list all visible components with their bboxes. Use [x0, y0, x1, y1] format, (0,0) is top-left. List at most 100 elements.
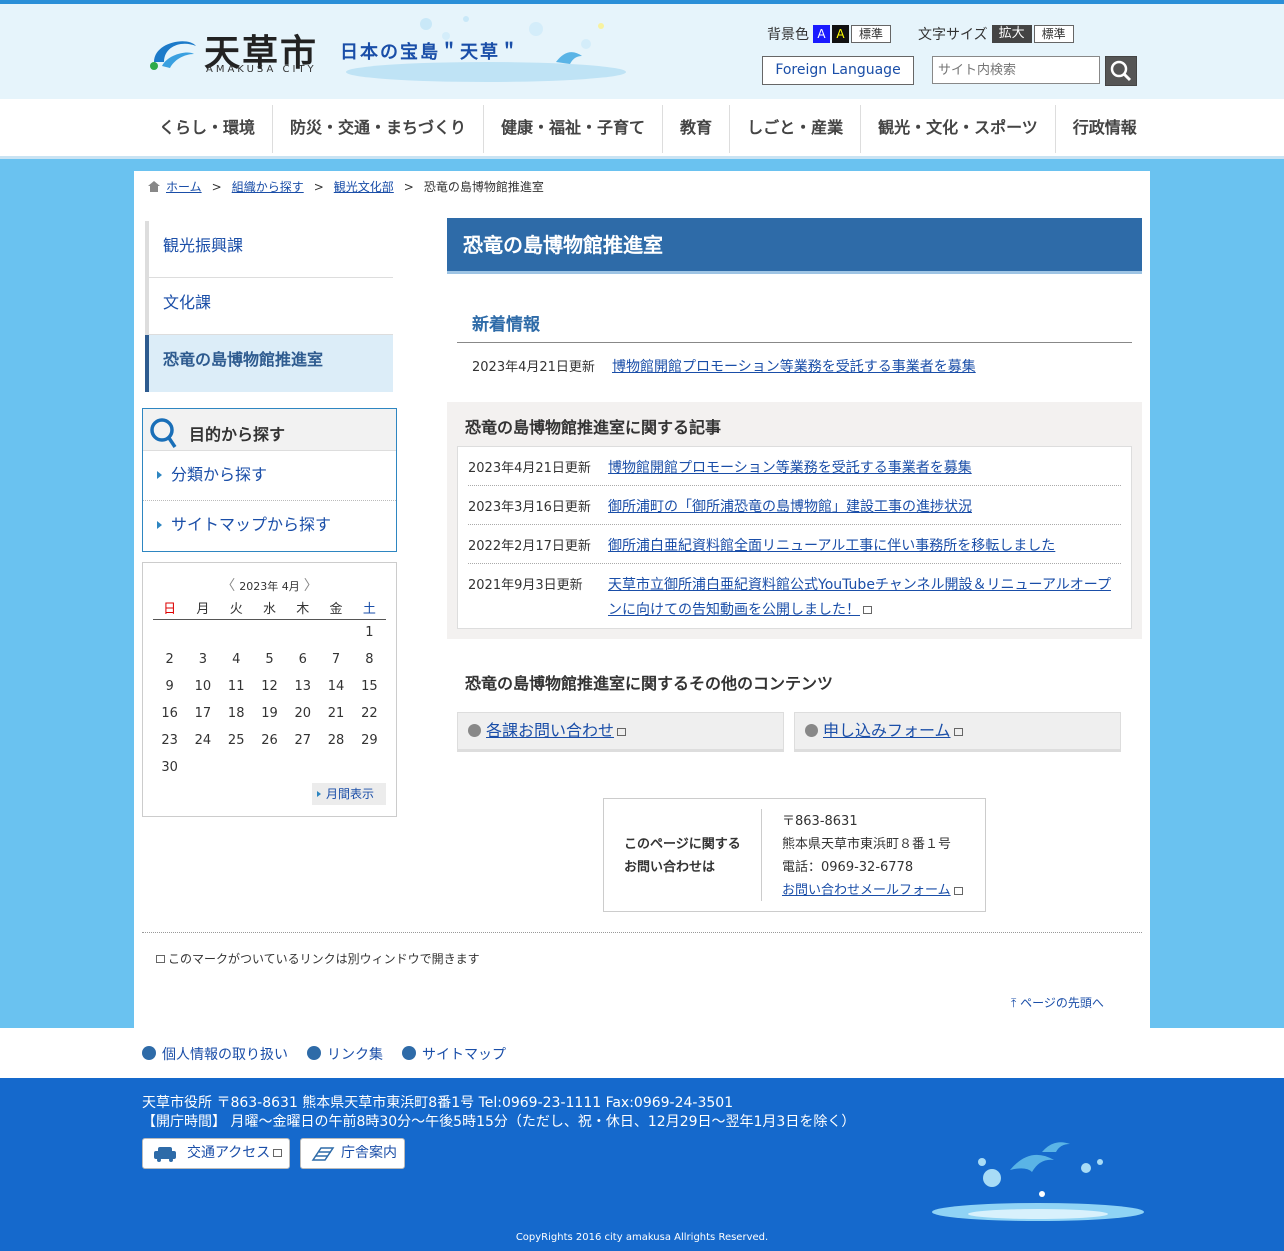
calendar-day[interactable]: 16	[153, 700, 186, 727]
calendar-day[interactable]: 24	[186, 727, 219, 754]
calendar-day[interactable]: 10	[186, 673, 219, 700]
calendar-day[interactable]: 13	[286, 673, 319, 700]
calendar-day[interactable]: 4	[220, 646, 253, 673]
sidebar-item-tourism-promotion[interactable]: 観光振興課	[145, 221, 393, 278]
font-standard-button[interactable]: 標準	[1033, 25, 1074, 43]
calendar-day[interactable]: 9	[153, 673, 186, 700]
nav-health-welfare[interactable]: 健康・福祉・子育て	[484, 105, 664, 153]
calendar-day[interactable]: 6	[286, 646, 319, 673]
calendar-day[interactable]: 28	[319, 727, 352, 754]
article-link[interactable]: 博物館開館プロモーション等業務を受託する事業者を募集	[608, 456, 1121, 481]
magnifier-icon	[150, 418, 177, 448]
font-enlarge-button[interactable]: 拡大	[991, 25, 1032, 43]
breadcrumb-org[interactable]: 組織から探す	[232, 180, 304, 194]
calendar-day[interactable]: 15	[353, 673, 386, 700]
nav-living-environment[interactable]: くらし・環境	[142, 105, 274, 153]
next-month-icon[interactable]: 〉	[304, 578, 318, 594]
building-guide-label: 庁舎案内	[341, 1145, 397, 1161]
bg-black-button[interactable]: A	[832, 25, 849, 43]
search-icon	[1110, 60, 1132, 82]
inquiry-link-button[interactable]: 各課お問い合わせ	[457, 712, 784, 752]
footer-hours: 【開庁時間】 月曜～金曜日の午前8時30分～午後5時15分（ただし、祝・休日、1…	[142, 1114, 856, 1130]
weekday-fri: 金	[319, 597, 353, 620]
calendar-week: 16 17 18 19 20 21 22	[153, 700, 386, 727]
calendar-day[interactable]: 27	[286, 727, 319, 754]
calendar-day[interactable]: 8	[353, 646, 386, 673]
nav-tourism-culture[interactable]: 観光・文化・スポーツ	[861, 105, 1056, 153]
calendar-month-label: 2023年 4月	[239, 580, 300, 593]
search-button[interactable]	[1105, 56, 1137, 86]
search-by-category-link[interactable]: 分類から探す	[143, 451, 396, 501]
inquiry-link[interactable]: 各課お問い合わせ	[486, 721, 614, 740]
calendar-day[interactable]: 21	[319, 700, 352, 727]
bg-blue-button[interactable]: A	[813, 25, 830, 43]
calendar-day[interactable]: 2	[153, 646, 186, 673]
calendar-day[interactable]: 18	[220, 700, 253, 727]
breadcrumb-current: 恐竜の島博物館推進室	[423, 180, 544, 194]
search-by-sitemap-link[interactable]: サイトマップから探す	[143, 501, 396, 551]
calendar-day[interactable]: 17	[186, 700, 219, 727]
breadcrumb-home[interactable]: ホーム	[166, 180, 202, 194]
sidebar-item-dinosaur-museum[interactable]: 恐竜の島博物館推進室	[145, 335, 393, 392]
bg-color-options: 背景色 A A 標準	[767, 24, 893, 44]
nav-education[interactable]: 教育	[663, 105, 731, 153]
application-form-button[interactable]: 申し込みフォーム	[794, 712, 1121, 752]
calendar-day[interactable]: 25	[220, 727, 253, 754]
calendar-day[interactable]: 3	[186, 646, 219, 673]
footer-link-sitemap[interactable]: サイトマップ	[402, 1044, 506, 1064]
article-link[interactable]: 天草市立御所浦白亜紀資料館公式YouTubeチャンネル開設＆リニューアルオープン…	[608, 573, 1121, 623]
calendar-day[interactable]: 23	[153, 727, 186, 754]
calendar-day[interactable]: 20	[286, 700, 319, 727]
article-link[interactable]: 御所浦白亜紀資料館全面リニューアル工事に伴い事務所を移転しました	[608, 534, 1121, 559]
calendar-day[interactable]: 22	[353, 700, 386, 727]
article-date: 2022年2月17日更新	[468, 539, 591, 554]
access-button[interactable]: 交通アクセス	[142, 1138, 290, 1169]
footer-links: 個人情報の取り扱い リンク集 サイトマップ	[0, 1028, 1284, 1078]
site-logo[interactable]: 天草市 AMAKUSA CITY 日本の宝島＂天草＂	[148, 16, 648, 94]
nav-administration[interactable]: 行政情報	[1056, 105, 1154, 153]
calendar-day[interactable]: 1	[353, 619, 386, 646]
calendar-day[interactable]: 11	[220, 673, 253, 700]
article-link[interactable]: 御所浦町の「御所浦恐竜の島博物館」建設工事の進捗状況	[608, 495, 1121, 520]
calendar-day[interactable]: 5	[253, 646, 286, 673]
list-item: 2023年3月16日更新 御所浦町の「御所浦恐竜の島博物館」建設工事の進捗状況	[468, 486, 1121, 525]
calendar-day[interactable]: 7	[319, 646, 352, 673]
map-icon	[311, 1147, 335, 1161]
main-container: ホーム > 組織から探す > 観光文化部 > 恐竜の島博物館推進室 観光振興課 文化課 恐竜…	[134, 171, 1150, 1028]
calendar-day[interactable]: 19	[253, 700, 286, 727]
news-date: 2023年4月21日更新	[472, 360, 595, 375]
calendar-day[interactable]: 26	[253, 727, 286, 754]
foreign-language-button[interactable]: Foreign Language	[762, 56, 914, 85]
weekday-wed: 水	[252, 597, 287, 620]
nav-work-industry[interactable]: しごと・産業	[730, 105, 862, 153]
breadcrumb-dept[interactable]: 観光文化部	[334, 180, 394, 194]
bg-standard-button[interactable]: 標準	[851, 25, 891, 43]
calendar-day[interactable]: 12	[253, 673, 286, 700]
calendar-day	[286, 619, 319, 646]
footer-link-privacy[interactable]: 個人情報の取り扱い	[142, 1044, 288, 1064]
contact-form-link[interactable]: お問い合わせメールフォーム	[782, 883, 951, 898]
footer-link-links[interactable]: リンク集	[307, 1044, 383, 1064]
page-title: 恐竜の島博物館推進室	[447, 218, 1142, 274]
back-to-top-link[interactable]: ⤒ ページの先頭へ	[1011, 994, 1104, 1011]
contact-label-line2: お問い合わせは	[624, 860, 716, 875]
building-guide-button[interactable]: 庁舎案内	[300, 1138, 405, 1169]
calendar-day[interactable]: 14	[319, 673, 352, 700]
site-search-input[interactable]	[932, 56, 1100, 84]
application-form-link[interactable]: 申し込みフォーム	[823, 721, 951, 740]
month-view-link[interactable]: 月間表示	[312, 783, 386, 805]
weekday-tue: 火	[219, 597, 253, 620]
nav-disaster-transport[interactable]: 防災・交通・まちづくり	[273, 105, 485, 153]
access-label: 交通アクセス	[187, 1145, 271, 1161]
calendar-day[interactable]: 29	[353, 727, 386, 754]
news-link[interactable]: 博物館開館プロモーション等業務を受託する事業者を募集	[612, 359, 976, 375]
prev-month-icon[interactable]: 〈	[221, 578, 235, 594]
calendar-day	[319, 754, 352, 781]
external-window-icon	[863, 606, 872, 614]
sidebar-item-culture[interactable]: 文化課	[145, 278, 393, 335]
home-icon	[148, 181, 160, 192]
article-date: 2021年9月3日更新	[468, 578, 583, 593]
calendar-day[interactable]: 30	[153, 754, 186, 781]
up-arrow-icon: ⤒	[1011, 996, 1021, 1010]
contact-label: このページに関する お問い合わせは	[624, 833, 741, 879]
